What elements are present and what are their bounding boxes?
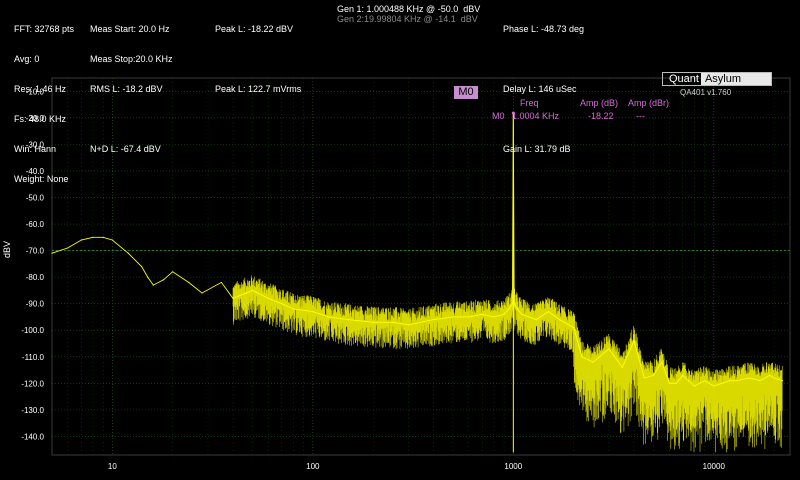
sample-rate: Fs: 48.0 KHz — [14, 114, 67, 124]
trace-point — [102, 236, 104, 238]
trace-point — [127, 252, 129, 254]
peak-stats: Peak L: -18.22 dBV Peak L: 122.7 mVrms — [215, 4, 301, 104]
measurement-stats: Meas Start: 20.0 Hz Meas Stop:20.0 KHz R… — [90, 4, 173, 164]
peak-dbv: Peak L: -18.22 dBV — [215, 24, 294, 34]
logo-left: Quant — [669, 73, 699, 85]
phase-stats: Phase L: -48.73 deg Delay L: 146 uSec Ga… — [503, 4, 584, 164]
delay: Delay L: 146 uSec — [503, 84, 577, 94]
trace-point — [92, 236, 94, 238]
trace-point — [111, 239, 113, 241]
y-tick-label: -60.0 — [26, 220, 45, 229]
y-axis-label: dBV — [2, 240, 12, 258]
y-tick-label: -100.0 — [21, 326, 44, 335]
resolution: Res: 1.46 Hz — [14, 84, 67, 94]
marker-row-freq: 1.0004 KHz — [512, 111, 560, 121]
marker-header-freq: Freq — [520, 98, 539, 108]
trace-point — [147, 276, 149, 278]
noise-distortion: N+D L: -67.4 dBV — [90, 144, 161, 154]
x-tick-label: 100 — [306, 462, 320, 471]
trace-point — [51, 252, 53, 254]
window-type: Win: Hann — [14, 144, 57, 154]
meas-stop: Meas Stop:20.0 KHz — [90, 54, 173, 64]
marker-tag-m0[interactable]: M0 — [454, 86, 478, 99]
trace-point — [201, 292, 203, 294]
y-tick-label: -130.0 — [21, 406, 44, 415]
marker-header-amp-dbr: Amp (dBr) — [628, 98, 670, 108]
fft-points: FFT: 32768 pts — [14, 24, 75, 34]
logo-right: Asylum — [700, 73, 771, 85]
trace-point — [67, 247, 69, 249]
x-tick-label: 10 — [108, 462, 117, 471]
trace-point — [187, 281, 190, 284]
y-tick-label: -90.0 — [26, 300, 45, 309]
gain: Gain L: 31.79 dB — [503, 144, 571, 154]
version-label: QA401 v1.760 — [680, 88, 732, 97]
rms-level: RMS L: -18.2 dBV — [90, 84, 163, 94]
peak-vrms: Peak L: 122.7 mVrms — [215, 84, 302, 94]
y-tick-label: -70.0 — [26, 247, 45, 256]
generator-2: Gen 2:19.99804 KHz @ -14.1 dBV — [337, 14, 478, 24]
fft-settings: FFT: 32768 pts Avg: 0 Res: 1.46 Hz Fs: 4… — [14, 4, 74, 194]
marker-row-amp-dbr: --- — [636, 111, 645, 121]
y-tick-label: -80.0 — [26, 273, 45, 282]
averages: Avg: 0 — [14, 54, 40, 64]
meas-start: Meas Start: 20.0 Hz — [90, 24, 170, 34]
x-tick-label: 1000 — [504, 462, 522, 471]
marker-row-amp-db: -18.22 — [588, 111, 614, 121]
weighting: Weight: None — [14, 174, 69, 184]
x-tick-label: 10000 — [703, 462, 726, 471]
phase: Phase L: -48.73 deg — [503, 24, 585, 34]
y-tick-label: -50.0 — [26, 193, 45, 202]
y-tick-label: -140.0 — [21, 432, 44, 441]
trace-point — [152, 284, 154, 286]
marker-header-amp-db: Amp (dB) — [580, 98, 619, 108]
trace-point — [141, 265, 143, 268]
trace-point — [162, 279, 165, 281]
trace-point — [172, 271, 174, 273]
trace-point — [220, 281, 223, 284]
y-tick-label: -110.0 — [22, 353, 45, 362]
y-tick-label: -120.0 — [21, 379, 44, 388]
generator-1: Gen 1: 1.000488 KHz @ -50.0 dBV — [337, 4, 481, 14]
trace-point — [80, 239, 82, 241]
quantasylum-logo: Quant Asylum — [662, 72, 772, 86]
marker-row-name: M0 — [492, 111, 505, 121]
spectrum-noise-floor — [232, 275, 783, 453]
